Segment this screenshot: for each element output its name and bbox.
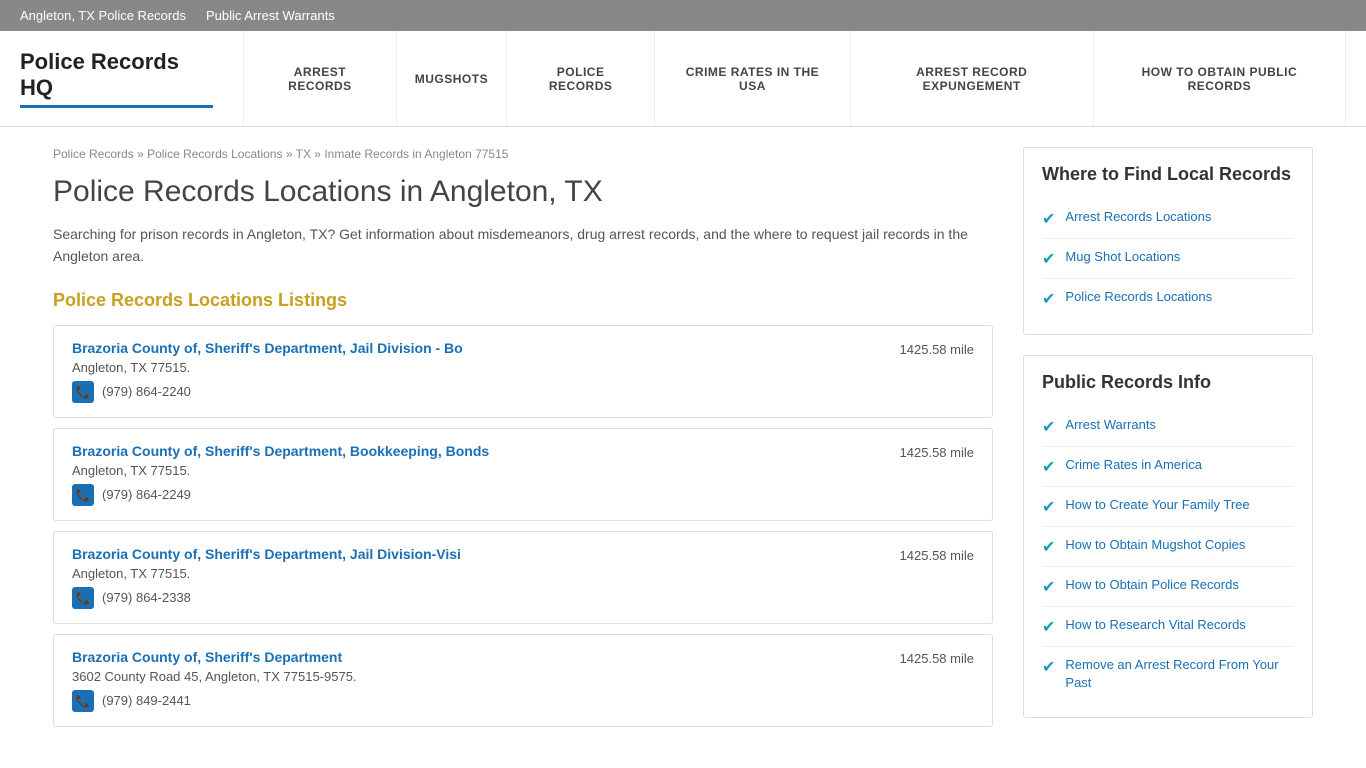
content-area: Police Records » Police Records Location… [53, 147, 993, 738]
listing-phone-2: 📞 (979) 864-2249 [72, 484, 880, 506]
listing-name-2[interactable]: Brazoria County of, Sheriff's Department… [72, 443, 880, 459]
sidebar-item-mug-shot-locations[interactable]: ✔ Mug Shot Locations [1042, 239, 1294, 279]
listing-card: Brazoria County of, Sheriff's Department… [53, 634, 993, 727]
listing-card: Brazoria County of, Sheriff's Department… [53, 428, 993, 521]
listing-name-4[interactable]: Brazoria County of, Sheriff's Department [72, 649, 880, 665]
nav-mugshots[interactable]: MUGSHOTS [397, 31, 507, 126]
sidebar-link-police-records: How to Obtain Police Records [1065, 576, 1238, 594]
sidebar-public-records-title: Public Records Info [1042, 372, 1294, 393]
phone-icon-2: 📞 [72, 484, 94, 506]
sidebar-item-arrest-warrants[interactable]: ✔ Arrest Warrants [1042, 407, 1294, 447]
check-icon: ✔ [1042, 457, 1055, 477]
sidebar-item-vital-records[interactable]: ✔ How to Research Vital Records [1042, 607, 1294, 647]
breadcrumb-police-records[interactable]: Police Records [53, 147, 134, 161]
phone-number-4[interactable]: (979) 849-2441 [102, 693, 191, 708]
listing-name-1[interactable]: Brazoria County of, Sheriff's Department… [72, 340, 880, 356]
main-container: Police Records » Police Records Location… [33, 127, 1333, 758]
phone-number-2[interactable]: (979) 864-2249 [102, 487, 191, 502]
listing-phone-1: 📞 (979) 864-2240 [72, 381, 880, 403]
listing-info: Brazoria County of, Sheriff's Department… [72, 443, 880, 506]
listing-distance-1: 1425.58 mile [880, 340, 974, 357]
listing-info: Brazoria County of, Sheriff's Department… [72, 546, 880, 609]
check-icon: ✔ [1042, 497, 1055, 517]
listing-distance-2: 1425.58 mile [880, 443, 974, 460]
listing-info: Brazoria County of, Sheriff's Department… [72, 340, 880, 403]
sidebar-section-where-to-find: Where to Find Local Records ✔ Arrest Rec… [1023, 147, 1313, 335]
sidebar-item-mugshot-copies[interactable]: ✔ How to Obtain Mugshot Copies [1042, 527, 1294, 567]
check-icon: ✔ [1042, 289, 1055, 309]
sidebar-link-vital-records: How to Research Vital Records [1065, 616, 1245, 634]
check-icon: ✔ [1042, 209, 1055, 229]
phone-icon-4: 📞 [72, 690, 94, 712]
check-icon: ✔ [1042, 537, 1055, 557]
intro-text: Searching for prison records in Angleton… [53, 223, 993, 268]
sidebar-where-title: Where to Find Local Records [1042, 164, 1294, 185]
listing-info: Brazoria County of, Sheriff's Department… [72, 649, 880, 712]
phone-number-3[interactable]: (979) 864-2338 [102, 590, 191, 605]
main-nav: ARREST RECORDS MUGSHOTS POLICE RECORDS C… [243, 31, 1346, 126]
listing-distance-3: 1425.58 mile [880, 546, 974, 563]
listing-address-4: 3602 County Road 45, Angleton, TX 77515-… [72, 669, 880, 684]
check-icon: ✔ [1042, 249, 1055, 269]
sidebar-link-arrest-warrants: Arrest Warrants [1065, 416, 1156, 434]
listing-card: Brazoria County of, Sheriff's Department… [53, 325, 993, 418]
check-icon: ✔ [1042, 617, 1055, 637]
sidebar-link-arrest-records-locations: Arrest Records Locations [1065, 208, 1211, 226]
page-title: Police Records Locations in Angleton, TX [53, 175, 993, 209]
sidebar-item-arrest-records-locations[interactable]: ✔ Arrest Records Locations [1042, 199, 1294, 239]
section-heading: Police Records Locations Listings [53, 290, 993, 311]
sidebar-item-police-records-locations[interactable]: ✔ Police Records Locations [1042, 279, 1294, 318]
listing-phone-4: 📞 (979) 849-2441 [72, 690, 880, 712]
listing-address-3: Angleton, TX 77515. [72, 566, 880, 581]
listing-distance-4: 1425.58 mile [880, 649, 974, 666]
phone-number-1[interactable]: (979) 864-2240 [102, 384, 191, 399]
sidebar-item-police-records[interactable]: ✔ How to Obtain Police Records [1042, 567, 1294, 607]
phone-icon-1: 📞 [72, 381, 94, 403]
logo-area: Police Records HQ [20, 31, 243, 126]
nav-arrest-records[interactable]: ARREST RECORDS [243, 31, 397, 126]
topbar: Angleton, TX Police Records Public Arres… [0, 0, 1366, 31]
sidebar-link-mugshot-copies: How to Obtain Mugshot Copies [1065, 536, 1245, 554]
listing-address-1: Angleton, TX 77515. [72, 360, 880, 375]
topbar-link-police-records[interactable]: Angleton, TX Police Records [20, 8, 186, 23]
sidebar-item-family-tree[interactable]: ✔ How to Create Your Family Tree [1042, 487, 1294, 527]
sidebar-link-crime-rates: Crime Rates in America [1065, 456, 1202, 474]
breadcrumb-tx[interactable]: TX [296, 147, 311, 161]
check-icon: ✔ [1042, 657, 1055, 677]
sidebar-item-remove-arrest-record[interactable]: ✔ Remove an Arrest Record From Your Past [1042, 647, 1294, 701]
sidebar-link-remove-arrest-record: Remove an Arrest Record From Your Past [1065, 656, 1294, 692]
nav-crime-rates[interactable]: CRIME RATES IN THE USA [655, 31, 851, 126]
sidebar-link-police-records-locations: Police Records Locations [1065, 288, 1212, 306]
nav-police-records[interactable]: POLICE RECORDS [507, 31, 655, 126]
nav-arrest-expungement[interactable]: ARREST RECORD EXPUNGEMENT [851, 31, 1094, 126]
phone-icon-3: 📞 [72, 587, 94, 609]
nav-obtain-public-records[interactable]: HOW TO OBTAIN PUBLIC RECORDS [1094, 31, 1346, 126]
listing-card: Brazoria County of, Sheriff's Department… [53, 531, 993, 624]
header: Police Records HQ ARREST RECORDS MUGSHOT… [0, 31, 1366, 127]
listing-name-3[interactable]: Brazoria County of, Sheriff's Department… [72, 546, 880, 562]
sidebar-item-crime-rates[interactable]: ✔ Crime Rates in America [1042, 447, 1294, 487]
breadcrumb-locations[interactable]: Police Records Locations [147, 147, 282, 161]
logo[interactable]: Police Records HQ [20, 49, 213, 108]
sidebar-link-family-tree: How to Create Your Family Tree [1065, 496, 1249, 514]
breadcrumb: Police Records » Police Records Location… [53, 147, 993, 161]
check-icon: ✔ [1042, 417, 1055, 437]
listing-address-2: Angleton, TX 77515. [72, 463, 880, 478]
sidebar-section-public-records: Public Records Info ✔ Arrest Warrants ✔ … [1023, 355, 1313, 718]
sidebar-link-mug-shot-locations: Mug Shot Locations [1065, 248, 1180, 266]
breadcrumb-inmate-records[interactable]: Inmate Records in Angleton 77515 [324, 147, 508, 161]
listing-phone-3: 📞 (979) 864-2338 [72, 587, 880, 609]
topbar-link-arrest-warrants[interactable]: Public Arrest Warrants [206, 8, 335, 23]
check-icon: ✔ [1042, 577, 1055, 597]
sidebar: Where to Find Local Records ✔ Arrest Rec… [1023, 147, 1313, 738]
